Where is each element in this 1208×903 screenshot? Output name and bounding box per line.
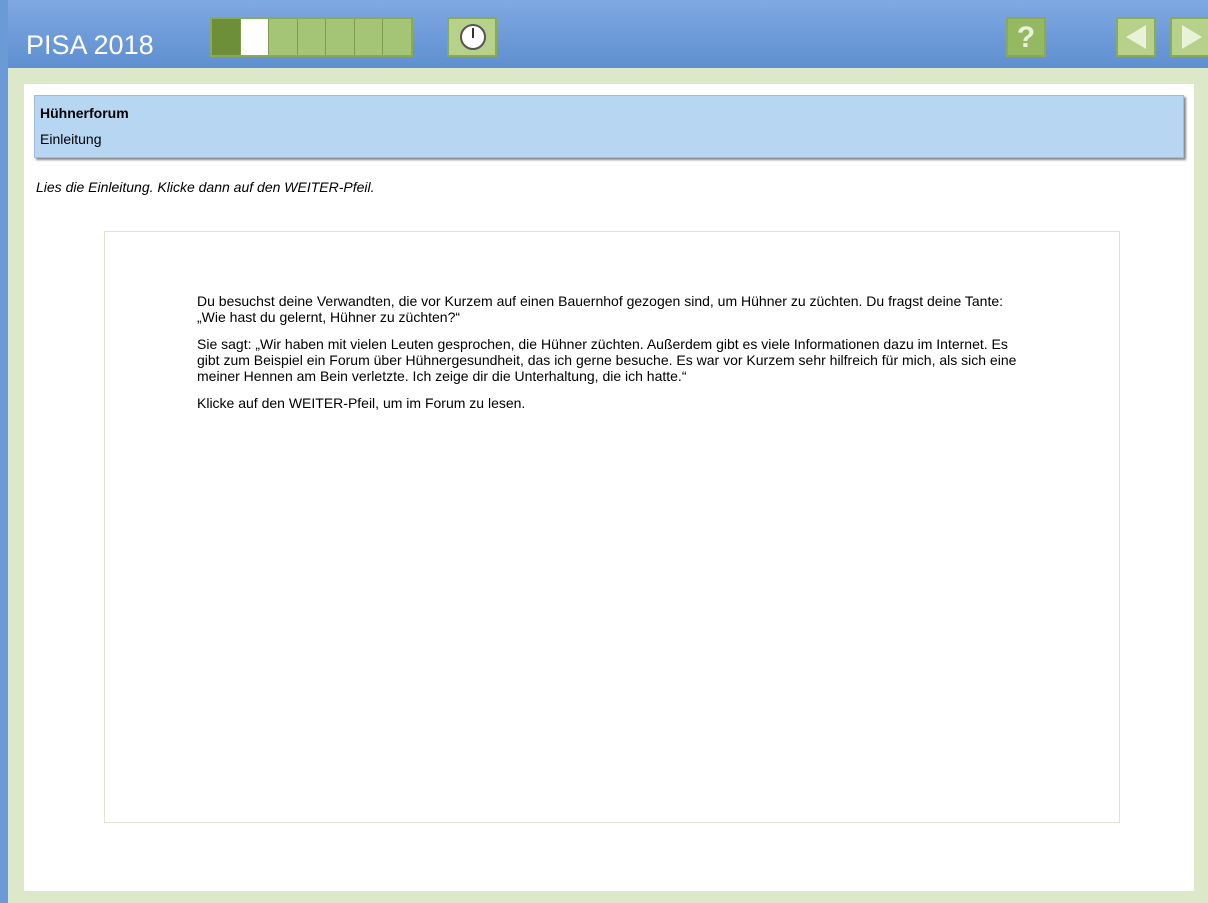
clock-icon	[460, 24, 486, 50]
progress-segment	[297, 19, 327, 55]
progress-segment	[383, 19, 412, 55]
stimulus-paragraph: Du besuchst deine Verwandten, die vor Ku…	[197, 293, 1004, 325]
back-button[interactable]	[1116, 17, 1156, 57]
instruction-text: Lies die Einleitung. Klicke dann auf den…	[36, 179, 375, 195]
unit-header: Hühnerforum Einleitung	[34, 95, 1184, 158]
progress-segment	[212, 19, 241, 55]
stimulus-paragraph: Klicke auf den WEITER-Pfeil, um im Forum…	[197, 395, 526, 411]
app-frame: PISA 2018 ? Hühnerforum Einleitung Lies …	[0, 0, 1208, 903]
content-panel: Hühnerforum Einleitung Lies die Einleitu…	[24, 84, 1194, 891]
unit-title: Hühnerforum	[40, 105, 129, 121]
top-bar: PISA 2018 ?	[8, 0, 1208, 68]
progress-segment	[269, 19, 298, 55]
triangle-right-icon	[1182, 25, 1202, 49]
progress-segment	[326, 19, 355, 55]
stimulus-panel: Du besuchst deine Verwandten, die vor Ku…	[104, 231, 1120, 823]
progress-segment	[240, 19, 270, 55]
brand-title: PISA 2018	[26, 30, 154, 60]
stage: Hühnerforum Einleitung Lies die Einleitu…	[8, 68, 1208, 903]
timer-button[interactable]	[447, 17, 497, 57]
unit-subtitle: Einleitung	[40, 131, 102, 147]
help-button[interactable]: ?	[1006, 17, 1046, 57]
progress-bar	[210, 17, 413, 57]
progress-segment	[354, 19, 384, 55]
forward-button[interactable]	[1170, 17, 1208, 57]
stimulus-paragraph: Sie sagt: „Wir haben mit vielen Leuten g…	[197, 336, 1017, 384]
question-icon: ?	[1016, 21, 1036, 54]
triangle-left-icon	[1126, 25, 1146, 49]
stimulus-text: Du besuchst deine Verwandten, die vor Ku…	[197, 293, 1027, 422]
